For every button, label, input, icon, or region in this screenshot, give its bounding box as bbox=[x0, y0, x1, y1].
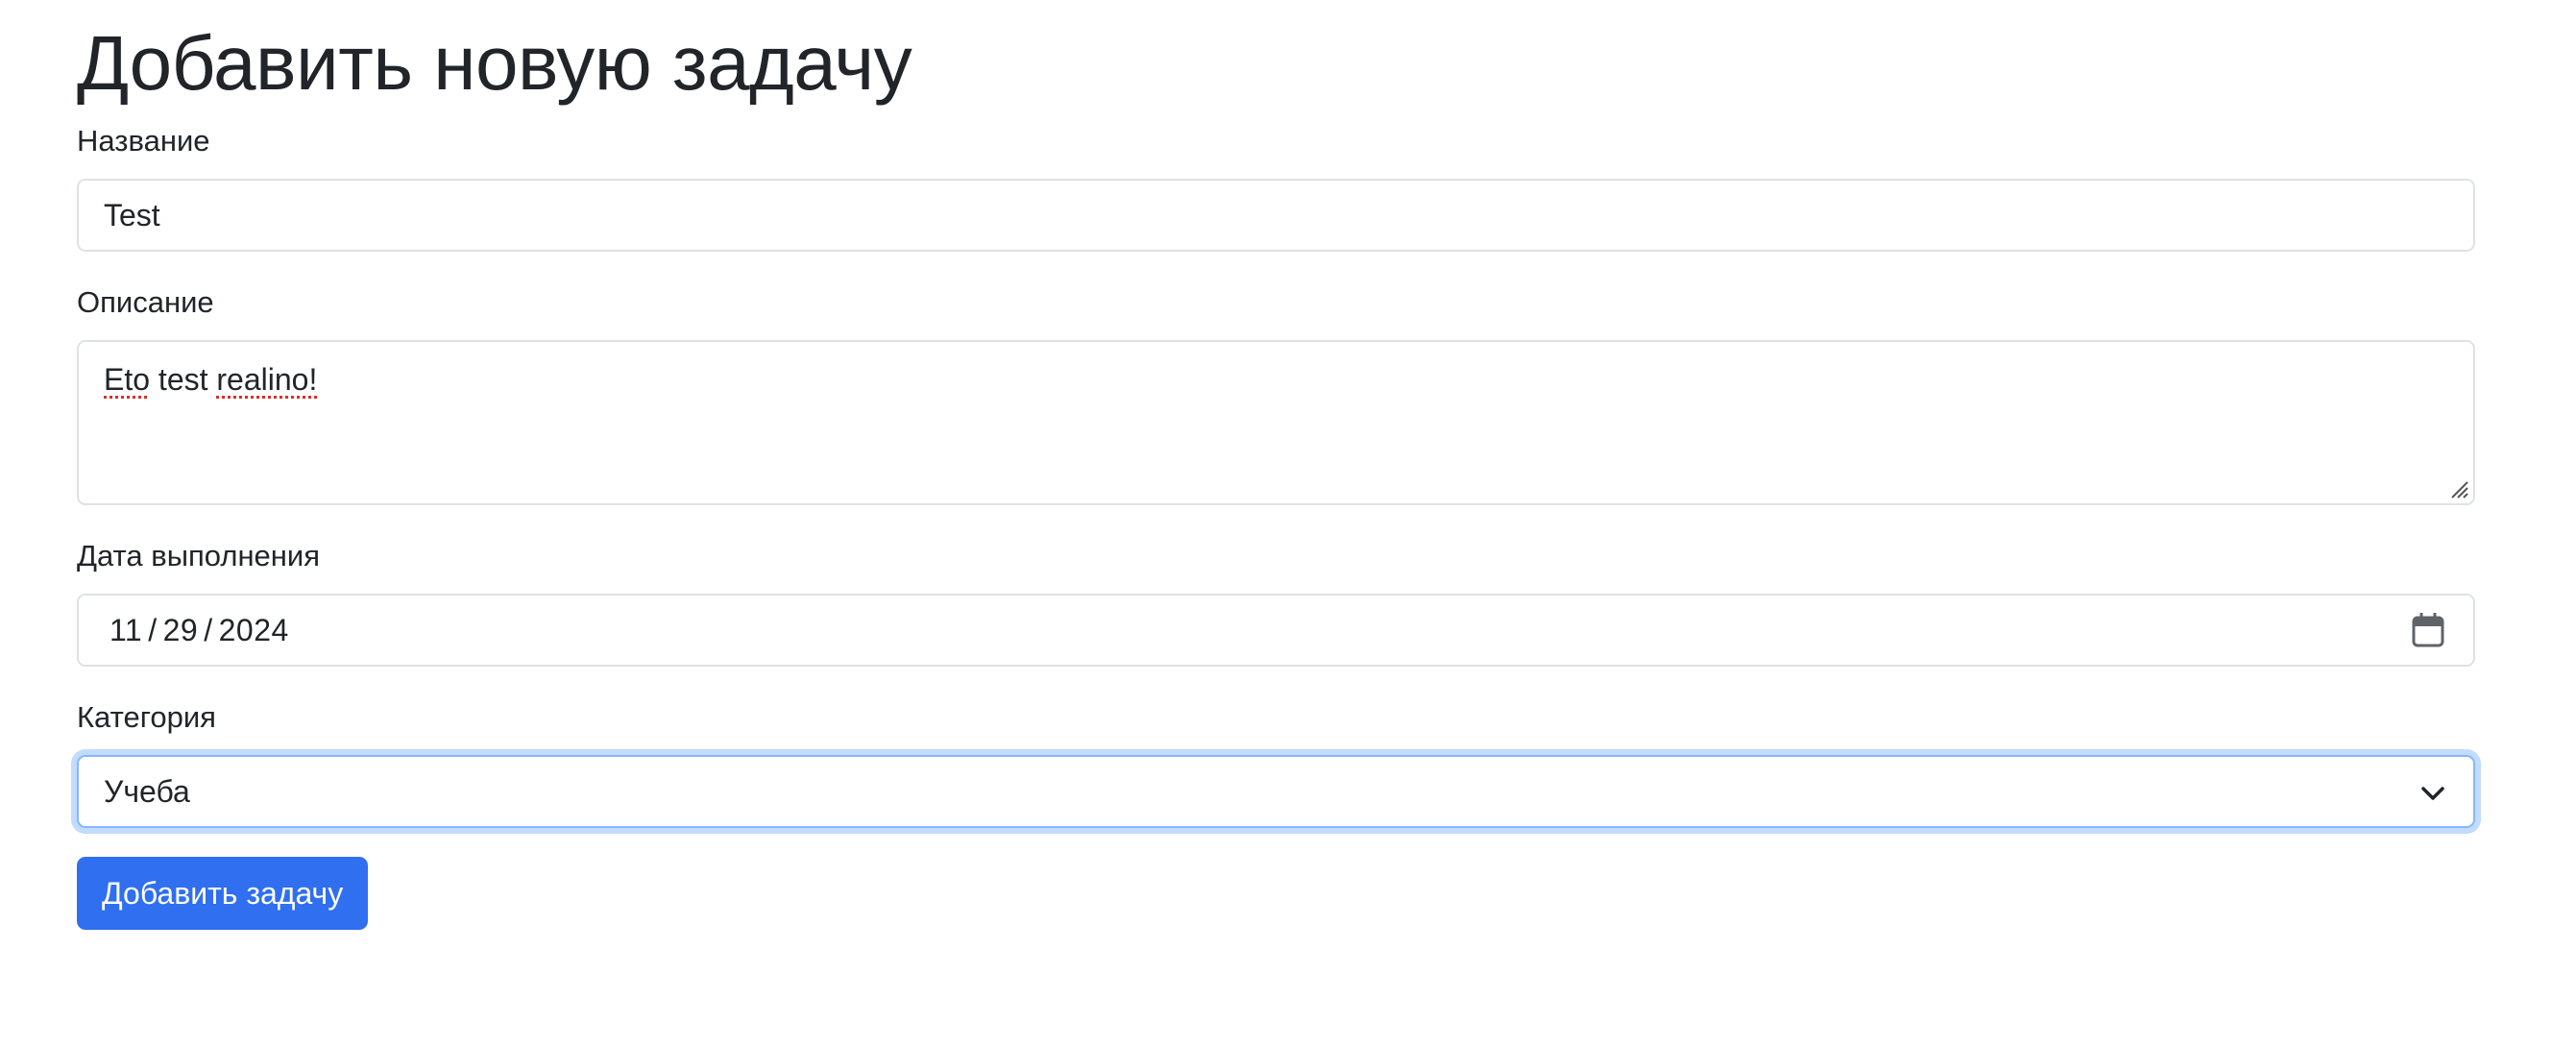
due-date-label: Дата выполнения bbox=[77, 539, 321, 572]
due-date-field-group: Дата выполнения 11 / 29 / 2024 bbox=[77, 536, 2475, 667]
name-label: Название bbox=[77, 124, 210, 158]
category-select[interactable]: Учеба bbox=[77, 755, 2475, 828]
description-field-group: Описание Eto test realino! bbox=[77, 282, 2475, 505]
due-date-input[interactable]: 11 / 29 / 2024 bbox=[77, 594, 2475, 667]
resize-handle-icon[interactable] bbox=[2448, 478, 2469, 499]
category-field-group: Категория Учеба bbox=[77, 697, 2475, 828]
due-date-day[interactable]: 29 bbox=[163, 613, 199, 648]
page: Добавить новую задачу Название Описание … bbox=[0, 0, 2576, 1047]
category-label: Категория bbox=[77, 700, 216, 734]
name-input[interactable] bbox=[77, 179, 2475, 252]
date-separator: / bbox=[204, 612, 213, 647]
date-separator: / bbox=[148, 612, 158, 647]
chevron-down-icon[interactable] bbox=[2419, 780, 2446, 807]
description-word-1: Eto bbox=[104, 362, 151, 397]
due-date-year[interactable]: 2024 bbox=[219, 613, 289, 648]
name-field-group: Название bbox=[77, 121, 2475, 252]
add-task-button[interactable]: Добавить задачу bbox=[77, 857, 369, 930]
category-selected-value: Учеба bbox=[104, 773, 190, 809]
due-date-wrapper: 11 / 29 / 2024 bbox=[77, 594, 2475, 667]
description-word-3: realino! bbox=[216, 362, 318, 397]
due-date-month[interactable]: 11 bbox=[109, 613, 142, 648]
description-word-2: test bbox=[158, 362, 208, 397]
description-label: Описание bbox=[77, 285, 214, 319]
description-textarea[interactable]: Eto test realino! bbox=[77, 340, 2475, 505]
calendar-icon[interactable] bbox=[2412, 613, 2444, 647]
page-title: Добавить новую задачу bbox=[77, 20, 912, 106]
add-task-form: Название Описание Eto test realino! Дата… bbox=[77, 121, 2475, 930]
category-select-wrapper: Учеба bbox=[77, 755, 2475, 828]
